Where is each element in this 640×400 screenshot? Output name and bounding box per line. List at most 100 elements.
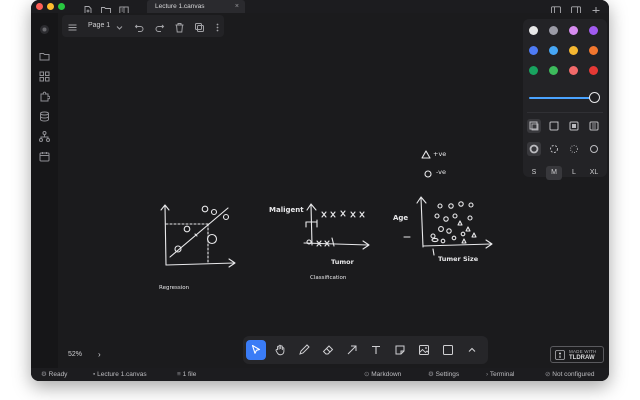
canvas[interactable]: Page 1 Regression Classification Maligen… bbox=[58, 13, 609, 368]
age-label: Age bbox=[393, 214, 408, 222]
left-ribbon bbox=[31, 13, 58, 368]
color-swatch[interactable] bbox=[549, 66, 558, 75]
new-file-icon[interactable] bbox=[83, 2, 93, 15]
unlink-icon: ⊘ bbox=[545, 371, 551, 378]
minimize-window-button[interactable] bbox=[47, 3, 54, 10]
status-connection[interactable]: ⊘ Not configured bbox=[545, 368, 595, 381]
tumor-label: Tumor bbox=[331, 258, 355, 266]
chevron-right-icon[interactable]: › bbox=[98, 347, 101, 363]
database-icon[interactable] bbox=[39, 109, 50, 122]
zoom-window-button[interactable] bbox=[58, 3, 65, 10]
panel-divider bbox=[527, 112, 603, 113]
status-bar: ⚙ Ready ▪ Lecture 1.canvas ≡ 1 file ⊙ Ma… bbox=[31, 368, 609, 381]
fill-pattern-icon[interactable] bbox=[587, 119, 601, 133]
tldraw-logo-icon bbox=[555, 350, 565, 360]
book-icon[interactable] bbox=[119, 2, 129, 15]
legend-negative-label: -ve bbox=[436, 168, 446, 176]
made-with-tldraw-badge[interactable]: MADE WITH TLDRAW bbox=[550, 346, 604, 363]
style-panel: S M L XL bbox=[523, 19, 607, 180]
gear-icon: ⚙ bbox=[428, 371, 434, 378]
color-swatch[interactable] bbox=[569, 26, 578, 35]
file-name-label: Lecture 1.canvas bbox=[97, 371, 147, 378]
size-s-button[interactable]: S bbox=[526, 166, 542, 180]
regression-label: Regression bbox=[159, 285, 190, 291]
color-swatch[interactable] bbox=[569, 66, 578, 75]
opacity-slider-handle[interactable] bbox=[589, 92, 600, 103]
close-window-button[interactable] bbox=[36, 3, 43, 10]
color-swatch[interactable] bbox=[529, 66, 538, 75]
connection-label: Not configured bbox=[552, 371, 595, 378]
rectangle-tool[interactable] bbox=[438, 340, 458, 360]
size-l-button[interactable]: L bbox=[566, 166, 582, 180]
color-swatch[interactable] bbox=[529, 46, 538, 55]
color-swatch[interactable] bbox=[589, 46, 598, 55]
tab-close-button[interactable]: × bbox=[235, 0, 239, 13]
app-logo-icon bbox=[39, 22, 50, 34]
sidebar-left-icon[interactable] bbox=[551, 2, 561, 15]
terminal-icon: › bbox=[486, 371, 489, 378]
status-file-count: ≡ 1 file bbox=[177, 368, 196, 381]
tab-lecture-canvas[interactable]: Lecture 1.canvas × bbox=[147, 0, 245, 13]
size-xl-button[interactable]: XL bbox=[586, 166, 602, 180]
status-settings[interactable]: ⚙ Settings bbox=[428, 368, 459, 381]
draw-tool[interactable] bbox=[294, 340, 314, 360]
tab-title: Lecture 1.canvas bbox=[155, 3, 205, 10]
fill-none-icon[interactable] bbox=[527, 119, 541, 133]
tumer-size-label: Tumer Size bbox=[438, 255, 479, 263]
calendar-icon[interactable] bbox=[39, 149, 50, 162]
maligent-label: Maligent bbox=[269, 206, 304, 214]
color-swatch[interactable] bbox=[569, 46, 578, 55]
puzzle-icon[interactable] bbox=[39, 89, 51, 102]
dash-dotted-icon[interactable] bbox=[567, 142, 581, 156]
dash-solid-icon[interactable] bbox=[587, 142, 601, 156]
more-tools[interactable] bbox=[462, 340, 482, 360]
age-tumor-sketch bbox=[403, 150, 493, 256]
file-icon: ▪ bbox=[93, 371, 96, 378]
text-tool[interactable] bbox=[366, 340, 386, 360]
sidebar-right-icon[interactable] bbox=[571, 2, 581, 15]
grid-icon[interactable] bbox=[39, 69, 50, 82]
markdown-icon: ⊙ bbox=[364, 371, 370, 378]
settings-label: Settings bbox=[435, 371, 460, 378]
image-tool[interactable] bbox=[414, 340, 434, 360]
status-file[interactable]: ▪ Lecture 1.canvas bbox=[93, 368, 147, 381]
dash-draw-icon[interactable] bbox=[527, 142, 541, 156]
status-markdown[interactable]: ⊙ Markdown bbox=[364, 368, 401, 381]
tool-bar bbox=[243, 336, 488, 364]
classification-label: Classification bbox=[310, 275, 347, 281]
classification-sketch bbox=[303, 203, 370, 250]
new-tab-icon[interactable] bbox=[591, 2, 601, 14]
color-swatch[interactable] bbox=[549, 46, 558, 55]
ready-label: Ready bbox=[48, 371, 68, 378]
status-ready: ⚙ Ready bbox=[41, 368, 67, 381]
folder-icon[interactable] bbox=[39, 49, 50, 61]
eraser-tool[interactable] bbox=[318, 340, 338, 360]
list-icon: ≡ bbox=[177, 371, 181, 378]
legend-positive-label: +ve bbox=[433, 150, 446, 158]
color-swatch[interactable] bbox=[589, 66, 598, 75]
color-swatch[interactable] bbox=[529, 26, 538, 35]
select-tool[interactable] bbox=[246, 340, 266, 360]
fill-semi-icon[interactable] bbox=[547, 119, 561, 133]
opacity-slider-track[interactable] bbox=[529, 97, 593, 99]
color-swatch[interactable] bbox=[589, 26, 598, 35]
file-count-label: 1 file bbox=[182, 371, 197, 378]
open-folder-icon[interactable] bbox=[101, 2, 111, 15]
zoom-level: 52% bbox=[68, 351, 83, 358]
gear-small-icon: ⚙ bbox=[41, 371, 47, 378]
title-bar: Lecture 1.canvas × bbox=[31, 0, 609, 15]
markdown-label: Markdown bbox=[371, 371, 402, 378]
size-m-button[interactable]: M bbox=[546, 166, 562, 180]
arrow-tool[interactable] bbox=[342, 340, 362, 360]
hand-tool[interactable] bbox=[270, 340, 290, 360]
dash-dashed-icon[interactable] bbox=[547, 142, 561, 156]
graph-icon[interactable] bbox=[39, 129, 50, 142]
badge-line1: MADE WITH bbox=[569, 349, 597, 354]
regression-sketch bbox=[160, 204, 236, 268]
status-terminal[interactable]: › Terminal bbox=[486, 368, 514, 381]
note-tool[interactable] bbox=[390, 340, 410, 360]
color-swatch[interactable] bbox=[549, 26, 558, 35]
fill-solid-icon[interactable] bbox=[567, 119, 581, 133]
zoom-menu[interactable]: 52% › bbox=[62, 347, 108, 363]
terminal-label: Terminal bbox=[489, 371, 515, 378]
